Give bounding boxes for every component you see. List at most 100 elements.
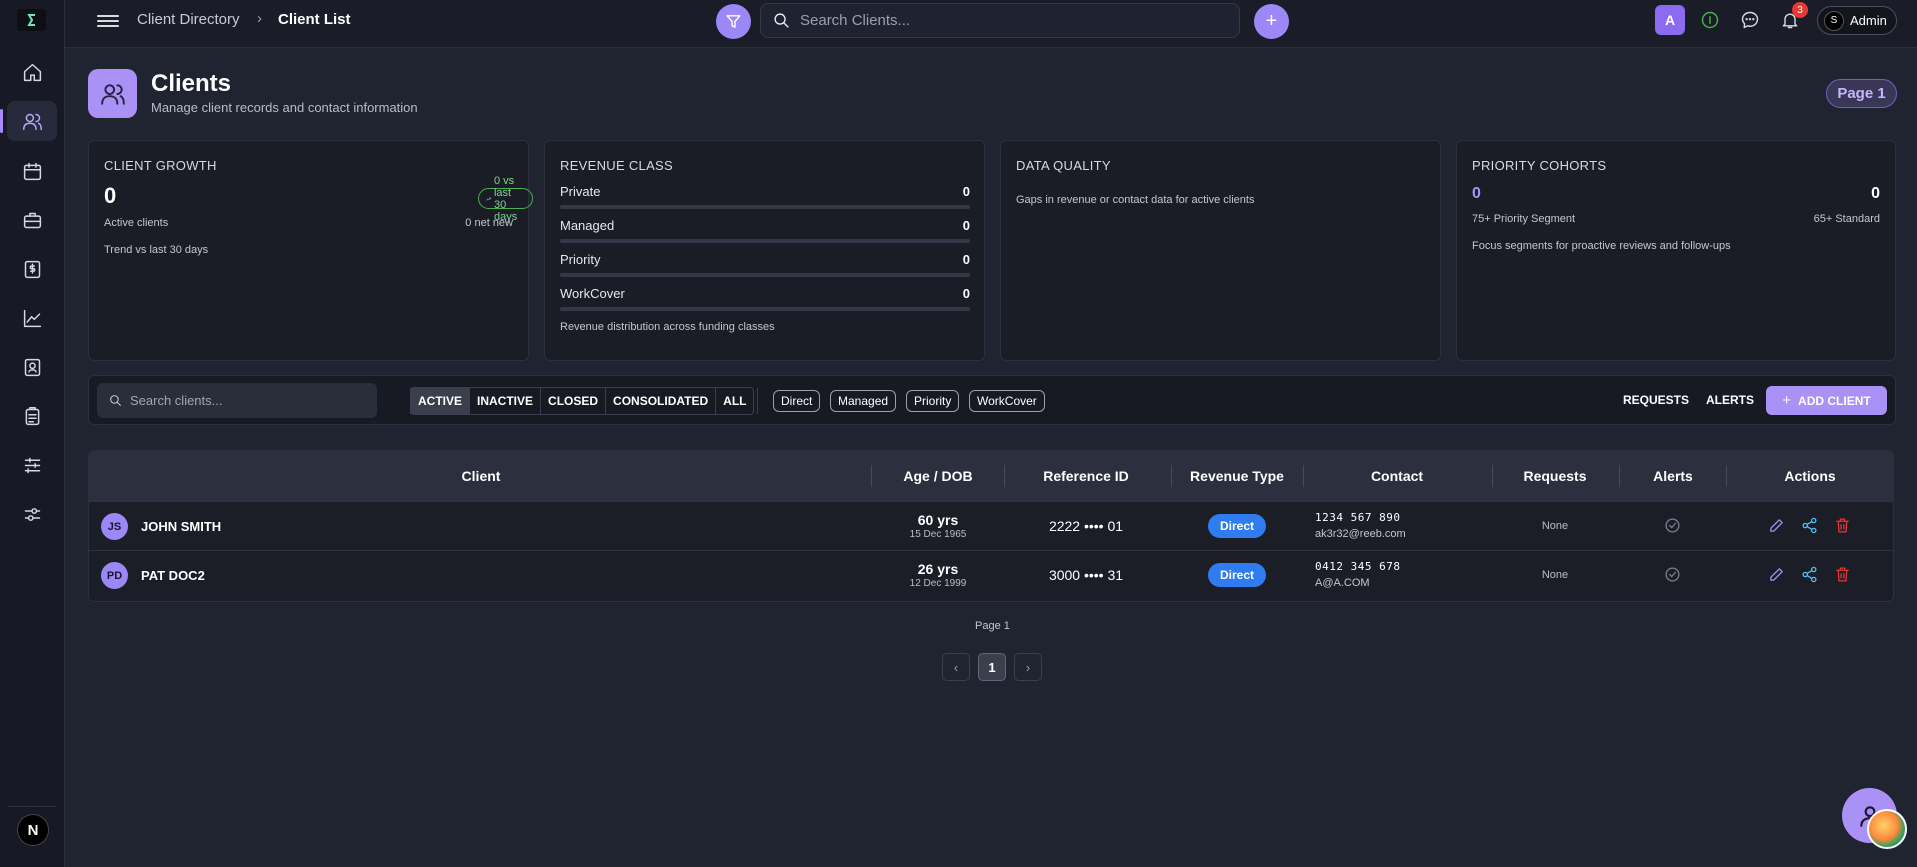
users-icon	[100, 83, 125, 105]
sidebar-item-briefcase[interactable]	[7, 200, 57, 240]
alert-status	[1664, 517, 1682, 535]
quick-add-button[interactable]: +	[1254, 4, 1289, 39]
col-age-dob[interactable]: Age / DOB	[903, 468, 972, 484]
client-email[interactable]: ak3r32@reeb.com	[1315, 528, 1406, 540]
menu-toggle-icon[interactable]	[97, 12, 119, 30]
revenue-class-title: REVENUE CLASS	[560, 158, 673, 173]
client-search[interactable]	[97, 383, 377, 418]
next-page-button[interactable]: ›	[1014, 653, 1042, 681]
client-avatar: JS	[101, 513, 128, 540]
status-tab-closed[interactable]: CLOSED	[541, 388, 607, 414]
data-quality-title: DATA QUALITY	[1016, 158, 1111, 173]
column-divider	[1726, 465, 1727, 487]
status-tab-active[interactable]: ACTIVE	[411, 388, 471, 414]
check-circle-icon	[1665, 567, 1680, 582]
chat-bubble-icon	[1741, 11, 1759, 29]
delete-button[interactable]	[1834, 566, 1852, 584]
revenue-type-cell: Direct	[1207, 514, 1267, 538]
age-dob-cell: 26 yrs 12 Dec 1999	[910, 561, 967, 589]
col-requests[interactable]: Requests	[1523, 468, 1586, 484]
col-client[interactable]: Client	[462, 468, 501, 484]
client-name[interactable]: JOHN SMITH	[141, 519, 221, 534]
page-subtitle: Manage client records and contact inform…	[151, 100, 418, 115]
growth-note: Trend vs last 30 days	[104, 244, 209, 256]
sidebar-item-adjustments[interactable]	[7, 445, 57, 485]
status-button[interactable]	[1698, 8, 1722, 32]
age-dob-cell: 60 yrs 15 Dec 1965	[910, 512, 967, 540]
share-button[interactable]	[1801, 566, 1819, 584]
sidebar-item-billing[interactable]	[7, 249, 57, 289]
admin-menu-button[interactable]: S Admin	[1817, 6, 1897, 35]
edit-button[interactable]	[1768, 566, 1786, 584]
column-divider	[871, 465, 872, 487]
table-row[interactable]: PD PAT DOC2 26 yrs 12 Dec 1999 3000 ••••…	[89, 550, 1893, 599]
app-logo[interactable]	[17, 9, 46, 31]
share-button[interactable]	[1801, 517, 1819, 535]
admin-label: Admin	[1850, 13, 1887, 28]
client-search-input[interactable]	[130, 393, 370, 408]
sidebar-item-tasks[interactable]	[7, 396, 57, 436]
breadcrumb-client-list: Client List	[278, 11, 351, 28]
contact-cell: 0412 345 678 A@A.COM	[1315, 560, 1400, 589]
priority-segment-label: 75+ Priority Segment	[1472, 213, 1576, 225]
global-search-input[interactable]	[800, 12, 1220, 29]
check-circle-icon	[1665, 518, 1680, 533]
table-row[interactable]: JS JOHN SMITH 60 yrs 15 Dec 1965 2222 ••…	[89, 501, 1893, 550]
page-title: Clients	[151, 70, 232, 97]
client-phone[interactable]: 1234 567 890	[1315, 511, 1406, 524]
revenue-value: 0	[962, 252, 970, 267]
status-tab-inactive[interactable]: INACTIVE	[470, 388, 542, 414]
add-client-button[interactable]: + ADD CLIENT	[1766, 386, 1887, 415]
breadcrumb-client-directory[interactable]: Client Directory	[137, 11, 240, 28]
net-new-label: 0 net new	[465, 217, 513, 229]
dollar-icon	[24, 260, 40, 278]
column-divider	[1492, 465, 1493, 487]
revenue-bar	[560, 205, 970, 209]
chip-priority[interactable]: Priority	[906, 390, 960, 412]
status-tab-consolidated[interactable]: CONSOLIDATED	[606, 388, 717, 414]
home-icon	[23, 63, 41, 81]
client-name[interactable]: PAT DOC2	[141, 568, 205, 583]
chip-managed[interactable]: Managed	[830, 390, 897, 412]
revenue-value: 0	[962, 218, 970, 233]
sidebar-item-calendar[interactable]	[7, 151, 57, 191]
filter-button[interactable]	[716, 4, 751, 39]
client-email[interactable]: A@A.COM	[1315, 577, 1400, 589]
sidebar: N	[0, 0, 65, 867]
sidebar-item-reports[interactable]	[7, 298, 57, 338]
client-growth-card: CLIENT GROWTH 0 0 vs last 30 days Active…	[88, 140, 534, 361]
alerts-link[interactable]: ALERTS	[1706, 393, 1754, 407]
column-divider	[1303, 465, 1304, 487]
client-phone[interactable]: 0412 345 678	[1315, 560, 1400, 573]
priority-segment-count: 0	[1472, 185, 1481, 202]
global-search[interactable]	[760, 3, 1240, 38]
requests-link[interactable]: REQUESTS	[1623, 393, 1689, 407]
sidebar-item-home[interactable]	[7, 52, 57, 92]
logo-icon	[26, 14, 35, 26]
prev-page-button[interactable]: ‹	[942, 653, 970, 681]
sidebar-item-clients[interactable]	[0, 101, 57, 141]
standard-segment-label: 65+ Standard	[1813, 213, 1880, 225]
trash-icon	[1836, 567, 1849, 582]
status-tab-all[interactable]: ALL	[716, 388, 753, 414]
revenue-label: Priority	[560, 252, 601, 267]
col-contact[interactable]: Contact	[1371, 468, 1423, 484]
reference-id: 2222 •••• 01	[1048, 518, 1124, 534]
edit-button[interactable]	[1768, 517, 1786, 535]
revenue-value: 0	[962, 286, 970, 301]
client-age: 60 yrs	[917, 512, 959, 528]
assistant-avatar[interactable]	[1867, 809, 1907, 849]
col-reference-id[interactable]: Reference ID	[1043, 468, 1129, 484]
sidebar-item-contacts[interactable]	[7, 347, 57, 387]
delete-button[interactable]	[1834, 517, 1852, 535]
chip-workcover[interactable]: WorkCover	[969, 390, 1045, 412]
sidebar-item-settings[interactable]	[7, 494, 57, 534]
workspace-avatar[interactable]: N	[17, 814, 49, 846]
col-alerts[interactable]: Alerts	[1653, 468, 1693, 484]
user-initial-badge[interactable]: A	[1655, 5, 1685, 35]
messages-button[interactable]	[1738, 8, 1762, 32]
col-revenue-type[interactable]: Revenue Type	[1190, 468, 1284, 484]
active-clients-label: Active clients	[104, 217, 169, 229]
chip-direct[interactable]: Direct	[773, 390, 821, 412]
page-1-button[interactable]: 1	[978, 653, 1006, 681]
